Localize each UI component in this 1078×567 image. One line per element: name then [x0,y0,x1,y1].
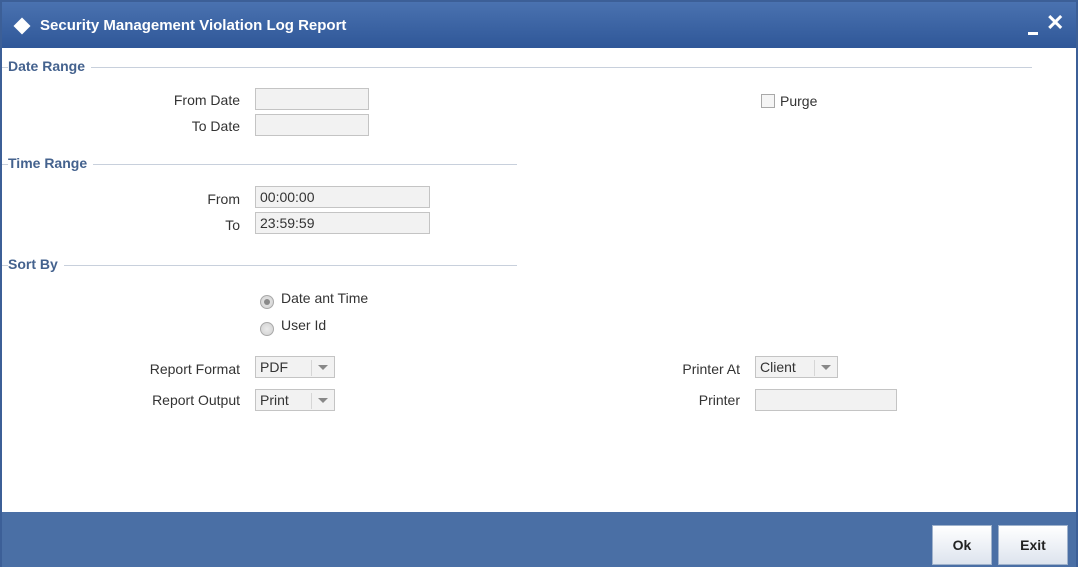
ok-button[interactable]: Ok [932,525,992,565]
report-output-divider [311,393,312,409]
report-format-label: Report Format [149,361,240,377]
printer-label: Printer [698,392,740,408]
time-from-field[interactable]: 00:00:00 [255,186,430,208]
title-bar: Security Management Violation Log Report… [2,2,1076,48]
report-output-label: Report Output [152,392,240,408]
time-to-field[interactable]: 23:59:59 [255,212,430,234]
diamond-icon [13,17,31,35]
time-from-label: From [207,191,240,207]
footer-bar [2,512,1076,567]
sort-user-id-label: User Id [281,317,327,333]
printer-at-value: Client [760,359,796,375]
sort-user-id-radio[interactable] [260,322,274,336]
chevron-down-icon [821,365,831,370]
purge-checkbox[interactable] [761,94,775,108]
from-date-label: From Date [173,92,240,108]
chevron-down-icon [318,398,328,403]
time-to-label: To [225,217,240,233]
report-output-select[interactable]: Print [255,389,335,411]
sort-by-divider [2,265,517,266]
report-format-select[interactable]: PDF [255,356,335,378]
printer-at-label: Printer At [682,361,740,377]
report-format-divider [311,360,312,376]
minimize-icon[interactable] [1028,32,1038,35]
window-title: Security Management Violation Log Report [40,17,347,34]
date-range-legend: Date Range [8,58,92,74]
time-range-legend: Time Range [8,155,94,171]
to-date-label: To Date [191,118,240,134]
printer-at-divider [814,360,815,376]
from-date-field[interactable] [255,88,369,110]
to-date-field[interactable] [255,114,369,136]
report-output-value: Print [260,392,289,408]
report-format-value: PDF [260,359,288,375]
purge-label: Purge [780,93,818,109]
sort-date-time-radio[interactable] [260,295,274,309]
report-window: Security Management Violation Log Report… [0,0,1078,567]
sort-date-time-label: Date ant Time [281,290,369,306]
chevron-down-icon [318,365,328,370]
exit-button[interactable]: Exit [998,525,1068,565]
date-range-divider [2,67,1032,68]
printer-at-select[interactable]: Client [755,356,838,378]
printer-field[interactable] [755,389,897,411]
sort-by-legend: Sort By [8,256,64,272]
close-icon[interactable]: ✕ [1046,12,1064,34]
